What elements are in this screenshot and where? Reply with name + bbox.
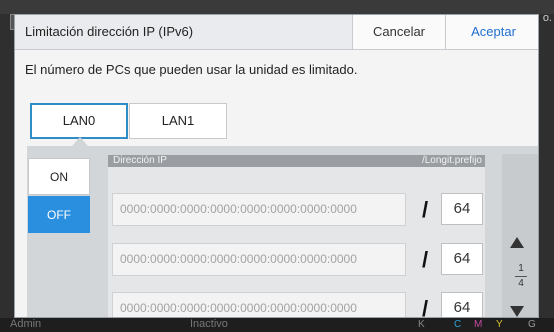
ink-m-label: M — [474, 319, 483, 330]
on-toggle-button[interactable]: ON — [28, 158, 90, 195]
cancel-button[interactable]: Cancelar — [352, 15, 445, 49]
tab-lan1[interactable]: LAN1 — [129, 103, 227, 139]
prefix-separator-1: / — [421, 197, 429, 222]
off-toggle-button[interactable]: OFF — [28, 196, 90, 233]
ip-address-field-3[interactable]: 0000:0000:0000:0000:0000:0000:0000:0000 — [112, 292, 406, 317]
page-divider — [515, 276, 527, 277]
ink-c-label: C — [454, 319, 462, 330]
page-scroller: 1 4 — [502, 154, 538, 317]
tab-lan0[interactable]: LAN0 — [30, 103, 128, 139]
ip-limit-dialog: Limitación dirección IP (IPv6) Cancelar … — [14, 14, 539, 318]
ip-address-field-2[interactable]: 0000:0000:0000:0000:0000:0000:0000:0000 — [112, 243, 406, 276]
active-tab-pointer — [72, 137, 88, 146]
total-pages: 4 — [518, 278, 524, 289]
accept-button[interactable]: Aceptar — [445, 15, 538, 49]
prefix-length-field-2[interactable]: 64 — [441, 243, 483, 275]
ink-y-label: Y — [496, 319, 503, 330]
prefix-length-field-1[interactable]: 64 — [441, 193, 483, 225]
user-label: Admin — [10, 318, 42, 330]
dialog-titlebar: Limitación dirección IP (IPv6) Cancelar … — [15, 15, 538, 50]
dialog-description: El número de PCs que pueden usar la unid… — [25, 62, 358, 77]
status-label: Inactivo — [190, 318, 228, 330]
ip-address-list: Dirección IP /Longit.prefijo 0000:0000:0… — [108, 155, 485, 318]
top-right-text: o. — [542, 12, 552, 24]
ink-g-label: G — [528, 319, 536, 330]
ip-address-field-1[interactable]: 0000:0000:0000:0000:0000:0000:0000:0000 — [112, 193, 406, 226]
prefix-separator-2: / — [421, 247, 429, 272]
ip-address-header: Dirección IP — [113, 155, 167, 166]
prefix-length-field-3[interactable]: 64 — [441, 292, 483, 317]
ink-k-label: K — [418, 319, 425, 330]
prefix-separator-3: / — [421, 296, 429, 318]
triangle-down-icon[interactable] — [510, 306, 524, 317]
current-page: 1 — [518, 263, 524, 274]
list-header: Dirección IP /Longit.prefijo — [108, 155, 485, 167]
prefix-length-header: /Longit.prefijo — [421, 155, 482, 166]
status-bar: Admin Inactivo K C M Y G — [0, 318, 554, 332]
triangle-up-icon[interactable] — [510, 237, 524, 248]
dialog-title: Limitación dirección IP (IPv6) — [25, 24, 194, 39]
app-top-bar — [0, 0, 554, 14]
